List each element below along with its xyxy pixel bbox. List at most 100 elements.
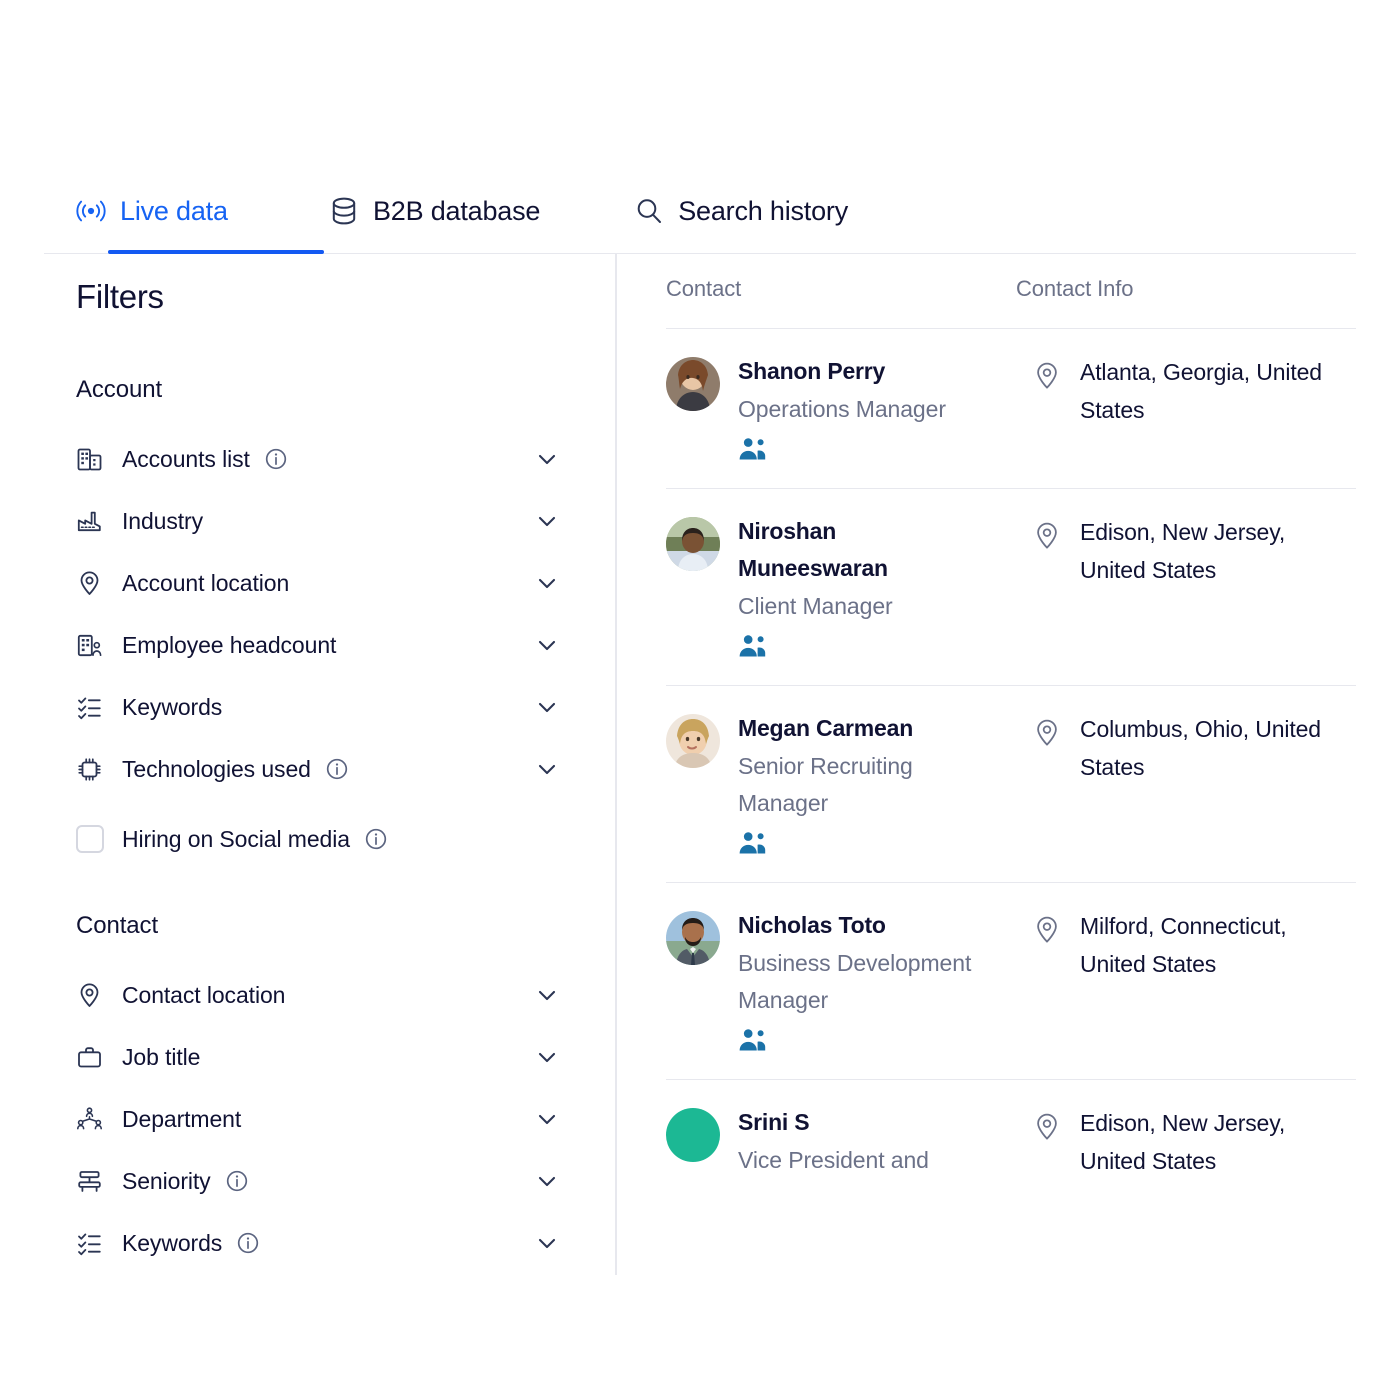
filter-employee-headcount[interactable]: Employee headcount xyxy=(76,614,576,676)
table-row[interactable]: Niroshan Muneeswaran Client Manager Edis… xyxy=(666,488,1356,685)
people-icon[interactable] xyxy=(738,633,988,659)
avatar[interactable] xyxy=(666,911,720,965)
chevron-down-icon[interactable] xyxy=(534,1168,560,1194)
hiring-checkbox[interactable] xyxy=(76,825,114,853)
filter-hiring-on-social-media[interactable]: Hiring on Social media xyxy=(76,808,576,870)
chevron-down-icon[interactable] xyxy=(534,632,560,658)
tab-search-history[interactable]: Search history xyxy=(634,170,868,252)
chevron-down-icon[interactable] xyxy=(534,694,560,720)
people-icon[interactable] xyxy=(738,1027,988,1053)
avatar[interactable] xyxy=(666,714,720,768)
contact-name[interactable]: Shanon Perry xyxy=(738,353,946,390)
filter-seniority-label: Seniority xyxy=(122,1167,211,1194)
filter-contact-keywords[interactable]: Keywords xyxy=(76,1212,576,1274)
contact-location: Columbus, Ohio, United States xyxy=(1080,716,1321,780)
contact-info-cell: Atlanta, Georgia, United States xyxy=(1016,353,1352,462)
tab-search-history-label: Search history xyxy=(678,195,849,226)
chevron-down-icon[interactable] xyxy=(534,1106,560,1132)
throne-icon xyxy=(76,1168,114,1195)
map-pin-icon xyxy=(1032,361,1062,462)
building-icon xyxy=(76,446,114,473)
map-pin-icon xyxy=(1032,718,1062,856)
filter-industry-label: Industry xyxy=(122,507,204,534)
filter-contact-location[interactable]: Contact location xyxy=(76,964,576,1026)
table-row[interactable]: Srini S Vice President and Edison, New J… xyxy=(666,1079,1356,1206)
contact-title: Operations Manager xyxy=(738,396,946,422)
info-icon[interactable] xyxy=(264,447,288,471)
database-icon xyxy=(329,195,359,227)
filter-accounts-list[interactable]: Accounts list xyxy=(76,428,576,490)
contact-cell: Srini S Vice President and xyxy=(666,1104,1016,1180)
filter-industry[interactable]: Industry xyxy=(76,490,576,552)
chevron-down-icon[interactable] xyxy=(534,756,560,782)
info-icon[interactable] xyxy=(364,827,388,851)
people-icon[interactable] xyxy=(738,436,946,462)
contact-name[interactable]: Niroshan Muneeswaran xyxy=(738,513,988,587)
chevron-down-icon[interactable] xyxy=(534,982,560,1008)
contact-cell: Nicholas Toto Business Development Manag… xyxy=(666,907,1016,1053)
contact-title: Vice President and xyxy=(738,1147,929,1173)
tab-live-data[interactable]: Live data xyxy=(76,170,324,254)
table-row[interactable]: Nicholas Toto Business Development Manag… xyxy=(666,882,1356,1079)
chevron-down-icon[interactable] xyxy=(534,1044,560,1070)
contact-cell: Shanon Perry Operations Manager xyxy=(666,353,1016,462)
filter-seniority[interactable]: Seniority xyxy=(76,1150,576,1212)
filter-contact-keywords-label: Keywords xyxy=(122,1229,223,1256)
filter-technologies-used[interactable]: Technologies used xyxy=(76,738,576,800)
info-icon[interactable] xyxy=(236,1231,260,1255)
people-icon[interactable] xyxy=(738,830,988,856)
filters-title: Filters xyxy=(76,278,164,315)
checkbox-icon[interactable] xyxy=(76,825,104,853)
map-pin-icon xyxy=(1032,915,1062,1053)
info-icon[interactable] xyxy=(325,757,349,781)
filter-department[interactable]: Department xyxy=(76,1088,576,1150)
contact-name[interactable]: Nicholas Toto xyxy=(738,907,988,944)
filter-employee-headcount-label: Employee headcount xyxy=(122,631,337,658)
org-chart-icon xyxy=(76,1106,114,1133)
info-icon[interactable] xyxy=(225,1169,249,1193)
chevron-down-icon[interactable] xyxy=(534,570,560,596)
checklist-icon xyxy=(76,1230,114,1257)
filter-account-location-label: Account location xyxy=(122,569,290,596)
contact-text: Srini S Vice President and xyxy=(738,1104,929,1180)
contact-text: Nicholas Toto Business Development Manag… xyxy=(738,907,988,1053)
filter-contact-location-label: Contact location xyxy=(122,981,286,1008)
filter-accounts-list-label: Accounts list xyxy=(122,445,250,472)
filter-job-title-label: Job title xyxy=(122,1043,201,1070)
column-header-contact: Contact xyxy=(666,276,742,301)
avatar[interactable] xyxy=(666,1108,720,1162)
filter-account-location[interactable]: Account location xyxy=(76,552,576,614)
contact-name[interactable]: Srini S xyxy=(738,1104,929,1141)
contact-name[interactable]: Megan Carmean xyxy=(738,710,988,747)
chevron-down-icon[interactable] xyxy=(534,1230,560,1256)
chevron-down-icon[interactable] xyxy=(534,508,560,534)
map-pin-icon xyxy=(76,570,114,597)
factory-icon xyxy=(76,508,114,535)
filter-account-keywords[interactable]: Keywords xyxy=(76,676,576,738)
table-row[interactable]: Megan Carmean Senior Recruiting Manager xyxy=(666,685,1356,882)
avatar[interactable] xyxy=(666,517,720,571)
chevron-down-icon[interactable] xyxy=(534,446,560,472)
filter-group-account-title: Account xyxy=(76,376,163,403)
contact-results-list: Contact Contact Info Shanon Perry Operat… xyxy=(666,276,1356,1206)
contact-cell: Niroshan Muneeswaran Client Manager xyxy=(666,513,1016,659)
results-header: Contact Contact Info xyxy=(666,276,1356,328)
chip-icon xyxy=(76,756,114,783)
checklist-icon xyxy=(76,694,114,721)
contact-text: Niroshan Muneeswaran Client Manager xyxy=(738,513,988,659)
filter-technologies-used-label: Technologies used xyxy=(122,755,311,782)
contact-text: Shanon Perry Operations Manager xyxy=(738,353,946,462)
building-person-icon xyxy=(76,632,114,659)
table-row[interactable]: Shanon Perry Operations Manager Atlanta,… xyxy=(666,328,1356,488)
contact-location: Milford, Connecticut, United States xyxy=(1080,913,1287,977)
filter-job-title[interactable]: Job title xyxy=(76,1026,576,1088)
contact-location: Edison, New Jersey, United States xyxy=(1080,519,1286,583)
contact-title: Business Development Manager xyxy=(738,950,972,1013)
map-pin-icon xyxy=(76,982,114,1009)
contact-title: Client Manager xyxy=(738,593,893,619)
briefcase-icon xyxy=(76,1044,114,1071)
avatar[interactable] xyxy=(666,357,720,411)
tab-b2b-database[interactable]: B2B database xyxy=(329,170,560,252)
column-header-contact-info: Contact Info xyxy=(1016,276,1134,301)
